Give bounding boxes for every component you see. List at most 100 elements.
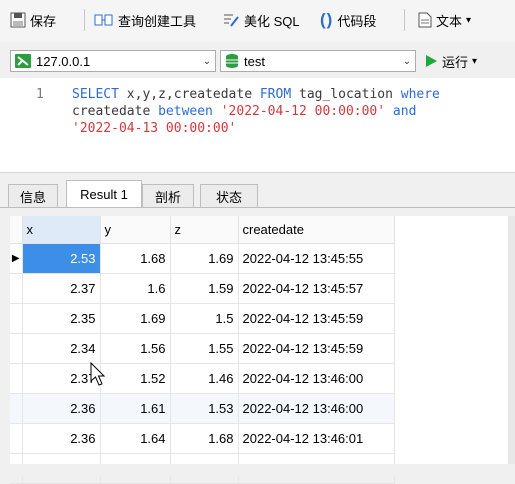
save-button[interactable]: 保存 bbox=[10, 8, 56, 32]
database-value: test bbox=[244, 53, 265, 69]
sql-keyword: FROM bbox=[259, 87, 292, 102]
query-builder-label: 查询创建工具 bbox=[118, 13, 197, 29]
run-label: 运行 bbox=[442, 54, 469, 70]
sql-column: createdate bbox=[72, 104, 159, 119]
snippet-icon: () bbox=[320, 10, 334, 29]
tab-label: 状态 bbox=[215, 189, 242, 205]
toolbar-divider bbox=[84, 9, 85, 31]
cell-x[interactable]: 2.36 bbox=[22, 393, 101, 424]
chevron-down-icon: ⌄ bbox=[202, 55, 212, 67]
column-header-createdate[interactable]: createdate bbox=[238, 216, 395, 244]
row-marker[interactable] bbox=[10, 303, 23, 334]
table-row[interactable]: 2.37 1.6 1.59 2022-04-12 13:45:57 bbox=[10, 273, 395, 304]
sql-string: '2022-04-13 00:00:00' bbox=[72, 121, 237, 136]
database-icon bbox=[226, 54, 238, 68]
database-select[interactable]: test ⌄ bbox=[220, 50, 416, 72]
cell-createdate[interactable]: 2022-04-12 13:45:57 bbox=[238, 273, 395, 304]
tab-result-1[interactable]: Result 1 bbox=[66, 180, 142, 208]
table-row[interactable]: 2.34 1.56 1.55 2022-04-12 13:45:59 bbox=[10, 333, 395, 364]
connection-select[interactable]: 127.0.0.1 ⌄ bbox=[10, 50, 216, 72]
cell-z[interactable]: 1.68 bbox=[170, 423, 239, 454]
cell-z[interactable]: 1.5 bbox=[170, 303, 239, 334]
sql-table: tag_location bbox=[291, 87, 401, 102]
tab-info[interactable]: 信息 bbox=[8, 184, 58, 207]
cell-createdate[interactable]: 2022-04-12 13:45:55 bbox=[238, 243, 395, 274]
cell-z[interactable]: 1.53 bbox=[170, 393, 239, 424]
result-grid[interactable]: x y z createdate ▶ 2.53 1.68 1.69 2022-04-12… bbox=[10, 216, 514, 484]
cell-z[interactable]: 1.59 bbox=[170, 273, 239, 304]
sql-columns: x,y,z,createdate bbox=[118, 87, 260, 102]
cell-createdate[interactable]: 2022-04-12 13:46:00 bbox=[238, 363, 395, 394]
text-dropdown-icon: ▾ bbox=[466, 14, 472, 26]
beautify-icon bbox=[224, 14, 239, 27]
tab-label: Result 1 bbox=[80, 187, 128, 202]
query-builder-button[interactable]: 查询创建工具 bbox=[94, 8, 196, 32]
save-label: 保存 bbox=[30, 13, 57, 29]
code-snippet-button[interactable]: () 代码段 bbox=[320, 8, 376, 32]
cell-y[interactable]: 1.61 bbox=[100, 393, 171, 424]
cell-createdate[interactable]: 2022-04-12 13:46:01 bbox=[238, 423, 395, 454]
cell-x[interactable]: 2.53 bbox=[22, 243, 101, 274]
cell-createdate[interactable]: 2022-04-12 13:45:59 bbox=[238, 303, 395, 334]
column-header-x[interactable]: x bbox=[22, 216, 101, 244]
tab-divider bbox=[0, 207, 515, 208]
connection-icon bbox=[15, 54, 31, 68]
cell-createdate[interactable]: 2022-04-12 13:46:00 bbox=[238, 393, 395, 424]
save-icon bbox=[10, 12, 26, 28]
cell-x[interactable]: 2.34 bbox=[22, 333, 101, 364]
run-button[interactable]: 运行 ▾ bbox=[424, 49, 477, 73]
result-table: x y z createdate ▶ 2.53 1.68 1.69 2022-04-12… bbox=[10, 216, 395, 484]
table-row[interactable]: 2.35 1.69 1.5 2022-04-12 13:45:59 bbox=[10, 303, 395, 334]
toolbar: 保存 查询创建工具 美化 SQL () 代码段 文本 ▾ bbox=[0, 0, 515, 42]
toolbar-divider bbox=[404, 9, 405, 31]
cell-y[interactable]: 1.56 bbox=[100, 333, 171, 364]
cell-y[interactable]: 1.69 bbox=[100, 303, 171, 334]
cell-y[interactable]: 1.68 bbox=[100, 243, 171, 274]
table-row[interactable]: ▶ 2.53 1.68 1.69 2022-04-12 13:45:55 bbox=[10, 243, 395, 274]
row-marker[interactable] bbox=[10, 273, 23, 304]
cell-x[interactable]: 2.37 bbox=[22, 273, 101, 304]
cell-z[interactable]: 1.46 bbox=[170, 363, 239, 394]
row-marker[interactable] bbox=[10, 393, 23, 424]
row-marker[interactable] bbox=[10, 333, 23, 364]
table-row[interactable]: 2.36 1.64 1.68 2022-04-12 13:46:01 bbox=[10, 423, 395, 454]
connection-bar: 127.0.0.1 ⌄ test ⌄ 运行 ▾ bbox=[0, 44, 515, 78]
snippet-label: 代码段 bbox=[337, 13, 377, 29]
table-row[interactable]: 2.37 1.52 1.46 2022-04-12 13:46:00 bbox=[10, 363, 395, 394]
cell-y[interactable]: 1.64 bbox=[100, 423, 171, 454]
cell-createdate[interactable]: 2022-04-12 13:45:59 bbox=[238, 333, 395, 364]
run-dropdown-icon: ▾ bbox=[472, 55, 478, 67]
row-marker[interactable]: ▶ bbox=[10, 243, 23, 274]
cell-z[interactable]: 1.55 bbox=[170, 333, 239, 364]
sql-editor[interactable]: 1 SELECT x,y,z,createdate FROM tag_locat… bbox=[0, 78, 515, 172]
row-marker[interactable] bbox=[10, 423, 23, 454]
cell-y[interactable]: 1.6 bbox=[100, 273, 171, 304]
tab-profile[interactable]: 剖析 bbox=[142, 184, 194, 207]
column-header-y[interactable]: y bbox=[100, 216, 171, 244]
text-button[interactable]: 文本 ▾ bbox=[418, 8, 471, 32]
sql-keyword: and bbox=[392, 104, 417, 119]
cell-x[interactable]: 2.36 bbox=[22, 423, 101, 454]
cell-y[interactable]: 1.52 bbox=[100, 363, 171, 394]
cell-z[interactable]: 1.69 bbox=[170, 243, 239, 274]
beautify-sql-button[interactable]: 美化 SQL bbox=[222, 8, 300, 32]
table-header-row: x y z createdate bbox=[10, 216, 395, 244]
row-marker[interactable] bbox=[10, 363, 23, 394]
row-marker-header bbox=[10, 216, 23, 244]
document-icon bbox=[418, 12, 432, 28]
table-row[interactable]: 2.36 1.61 1.53 2022-04-12 13:46:00 bbox=[10, 393, 395, 424]
vertical-scrollbar[interactable] bbox=[508, 216, 515, 464]
column-header-z[interactable]: z bbox=[170, 216, 239, 244]
sql-keyword: SELECT bbox=[72, 87, 119, 102]
cell-x[interactable]: 2.37 bbox=[22, 363, 101, 394]
tab-status[interactable]: 状态 bbox=[200, 184, 258, 207]
cell-x[interactable]: 2.35 bbox=[22, 303, 101, 334]
sql-space bbox=[385, 104, 393, 119]
text-label: 文本 bbox=[436, 13, 463, 29]
mouse-cursor-icon bbox=[90, 362, 106, 386]
play-icon bbox=[426, 55, 437, 67]
beautify-label: 美化 SQL bbox=[244, 13, 300, 29]
sql-string: '2022-04-12 00:00:00' bbox=[220, 104, 386, 119]
editor-divider bbox=[0, 172, 515, 173]
tab-label: 剖析 bbox=[154, 189, 181, 205]
